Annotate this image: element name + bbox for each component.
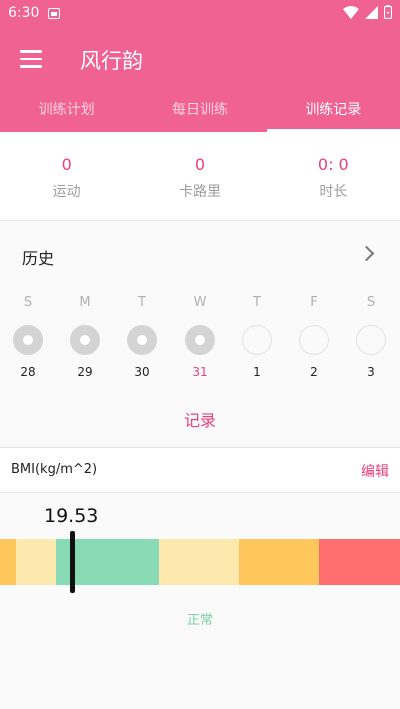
bmi-scale-segment [319, 539, 400, 585]
weekday-label: S [23, 295, 33, 310]
wifi-icon [343, 5, 359, 19]
calendar-day[interactable]: F 2 [294, 295, 334, 379]
stats-panel: 0 运动 0 卡路里 0: 0 时长 [0, 132, 400, 221]
stat-duration-value: 0: 0 [317, 155, 349, 174]
calendar-day[interactable]: M 29 [65, 295, 105, 379]
bmi-header: BMI(kg/m^2) 编辑 [0, 448, 400, 493]
day-done-indicator [70, 325, 100, 355]
day-date: 28 [20, 365, 36, 379]
app-title: 风行韵 [80, 49, 143, 73]
bmi-label: BMI(kg/m^2) [11, 462, 98, 477]
tab-training-records[interactable]: 训练记录 [266, 92, 400, 132]
battery-icon [384, 5, 392, 19]
status-bar: 6:30 [0, 0, 400, 28]
signal-icon [365, 5, 378, 19]
weekday-label: S [366, 295, 376, 310]
calendar-day[interactable]: S 3 [351, 295, 391, 379]
app-header: 6:30 风行韵 训练计划 每日训练 训练记录 [0, 0, 400, 132]
calendar-day[interactable]: T 30 [122, 295, 162, 379]
bmi-scale-segment [239, 539, 319, 585]
calendar-day[interactable]: S 28 [8, 295, 48, 379]
toolbar: 风行韵 [0, 28, 400, 92]
stat-duration-label: 时长 [319, 184, 348, 200]
bmi-scale-segment [0, 539, 16, 585]
history-title: 历史 [22, 249, 55, 268]
calendar-day-today[interactable]: W 31 [180, 295, 220, 379]
menu-icon[interactable] [20, 50, 42, 68]
day-date: 2 [310, 365, 318, 379]
day-empty-indicator [242, 325, 272, 355]
week-calendar: S 28 M 29 T 30 W 31 T 1 F 2 S 3 [0, 295, 400, 395]
day-date: 1 [253, 365, 261, 379]
day-empty-indicator [356, 325, 386, 355]
stat-calories: 0 卡路里 [133, 132, 266, 220]
bmi-status: 正常 [186, 613, 213, 628]
bmi-scale-segment [16, 539, 56, 585]
day-done-indicator [127, 325, 157, 355]
weekday-label: W [193, 295, 207, 310]
bmi-marker [70, 531, 75, 593]
bmi-panel: 19.53 正常 [0, 493, 400, 709]
bmi-edit-button[interactable]: 编辑 [361, 461, 389, 481]
record-button[interactable]: 记录 [0, 407, 400, 431]
day-done-indicator [185, 325, 215, 355]
day-date: 31 [192, 365, 208, 379]
day-date: 3 [367, 365, 375, 379]
tab-daily-training[interactable]: 每日训练 [133, 92, 266, 132]
day-empty-indicator [299, 325, 329, 355]
weekday-label: F [310, 295, 318, 310]
stat-exercise-label: 运动 [52, 184, 81, 200]
history-section: 历史 S 28 M 29 T 30 W 31 T 1 F 2 S 3 记录 [0, 221, 400, 448]
stat-exercise-value: 0 [61, 155, 72, 174]
weekday-label: T [138, 295, 146, 310]
status-time: 6:30 [8, 5, 40, 21]
stat-calories-label: 卡路里 [178, 184, 221, 200]
weekday-label: T [253, 295, 261, 310]
tab-training-plan[interactable]: 训练计划 [0, 92, 133, 132]
day-date: 29 [77, 365, 93, 379]
day-done-indicator [13, 325, 43, 355]
weekday-label: M [79, 295, 91, 310]
status-icons [343, 5, 392, 19]
stat-calories-value: 0 [194, 155, 206, 174]
stat-exercise: 0 运动 [0, 132, 133, 220]
day-date: 30 [134, 365, 150, 379]
bmi-value: 19.53 [44, 505, 99, 527]
image-notification-icon [48, 8, 60, 19]
bmi-scale-segment [159, 539, 239, 585]
stat-duration: 0: 0 时长 [267, 132, 400, 220]
tab-bar: 训练计划 每日训练 训练记录 [0, 92, 400, 132]
calendar-day[interactable]: T 1 [237, 295, 277, 379]
chevron-right-icon[interactable] [358, 245, 375, 262]
bmi-scale-bar [0, 539, 400, 585]
